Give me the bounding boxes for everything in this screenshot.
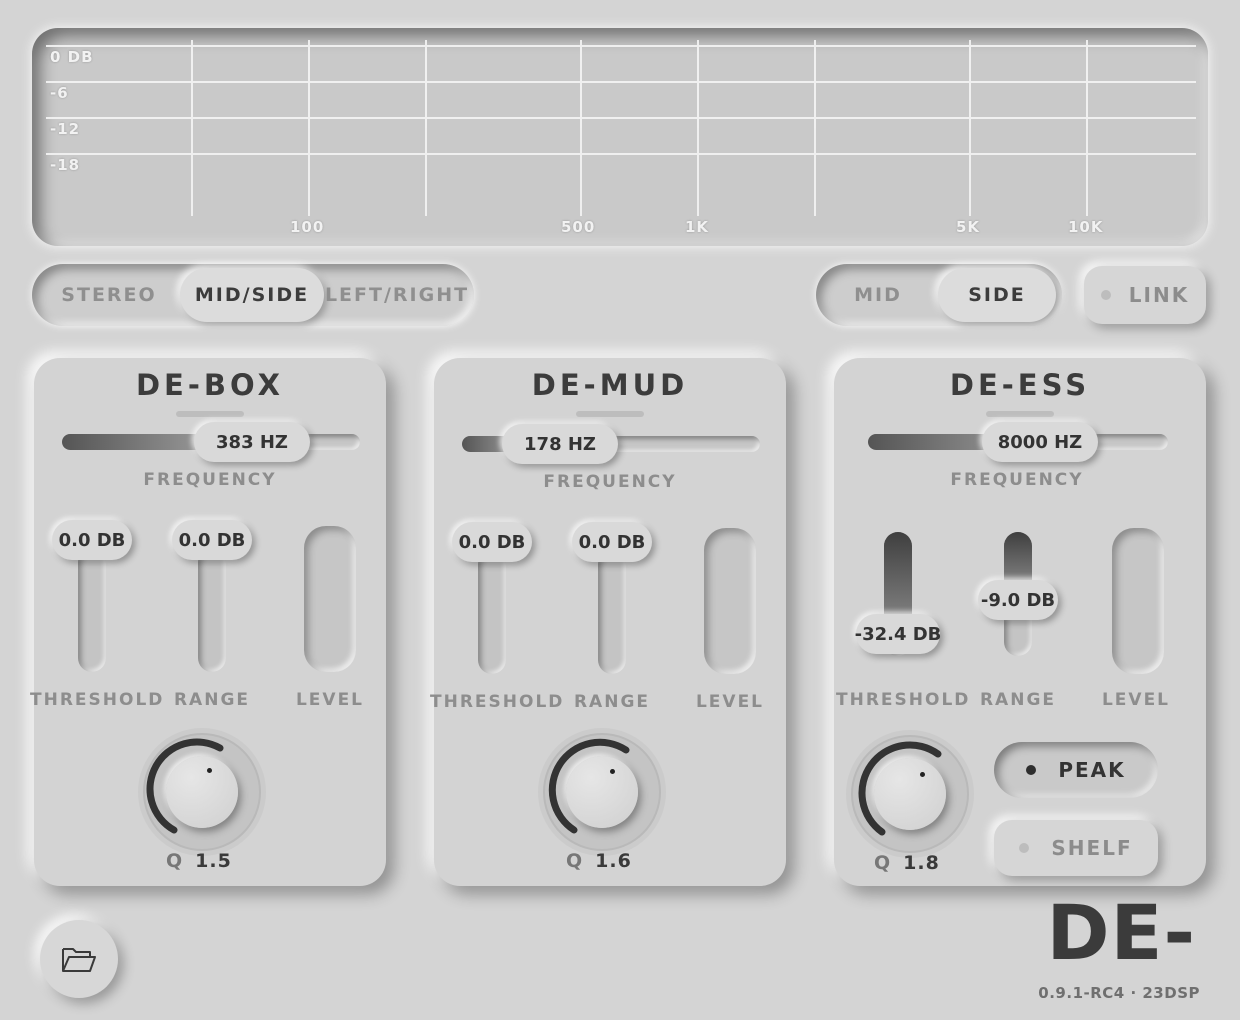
frequency-slider-thumb[interactable]: 178 HZ — [502, 424, 618, 464]
frequency-slider-thumb[interactable]: 8000 HZ — [982, 422, 1098, 462]
range-slider-track[interactable] — [198, 548, 226, 672]
range-label: RANGE — [979, 690, 1057, 710]
frequency-label: FREQUENCY — [143, 470, 277, 490]
threshold-label: THRESHOLD — [30, 690, 165, 710]
link-button[interactable]: LINK — [1084, 266, 1206, 324]
threshold-label: THRESHOLD — [836, 690, 971, 710]
frequency-slider-fill — [62, 434, 212, 450]
frequency-label: FREQUENCY — [950, 470, 1084, 490]
level-meter — [1112, 528, 1164, 674]
q-knob-cap[interactable] — [566, 756, 638, 828]
range-slider-thumb[interactable]: -9.0 DB — [978, 580, 1058, 620]
spectrum-display: 0 DB -6 -12 -18 100 500 1K 5K 10K — [32, 28, 1208, 246]
threshold-slider-thumb[interactable]: 0.0 DB — [452, 522, 532, 562]
q-knob-pointer — [920, 772, 925, 777]
q-label: Q — [566, 850, 584, 872]
title-underline — [986, 411, 1054, 417]
product-logo: DE- — [1046, 888, 1196, 977]
stereo-mode-switch: STEREO MID/SIDE LEFT/RIGHT — [32, 264, 474, 326]
q-label: Q — [874, 852, 892, 874]
module-de-mud: DE-MUD 178 HZ FREQUENCY 0.0 DB THRESHOLD… — [430, 358, 786, 886]
hz-label-100: 100 — [290, 218, 325, 236]
threshold-slider-track[interactable] — [478, 550, 506, 674]
q-knob-cap[interactable] — [166, 756, 238, 828]
channel-switch: MID SIDE — [816, 264, 1062, 326]
level-label: LEVEL — [695, 692, 765, 712]
range-slider-track[interactable] — [598, 550, 626, 674]
shelf-label: SHELF — [1051, 836, 1133, 860]
q-knob-pointer — [610, 769, 615, 774]
range-label: RANGE — [573, 692, 651, 712]
db-label-minus6: -6 — [50, 84, 69, 102]
spectrum-grid — [46, 40, 1196, 216]
frequency-label: FREQUENCY — [543, 472, 677, 492]
q-value: 1.8 — [903, 852, 940, 874]
q-knob-pointer — [207, 768, 212, 773]
link-indicator — [1100, 290, 1111, 300]
level-label: LEVEL — [295, 690, 365, 710]
db-label-minus18: -18 — [50, 156, 81, 174]
q-value-label: Q 1.5 — [166, 850, 232, 872]
q-knob[interactable] — [844, 728, 976, 860]
title-underline — [576, 411, 644, 417]
peak-label: PEAK — [1058, 758, 1126, 782]
range-label: RANGE — [173, 690, 251, 710]
channel-option-side[interactable]: SIDE — [938, 268, 1056, 322]
module-title: DE-MUD — [531, 368, 689, 402]
threshold-slider-thumb[interactable]: -32.4 DB — [855, 614, 941, 654]
mode-option-mid-side[interactable]: MID/SIDE — [180, 268, 324, 322]
level-meter — [704, 528, 756, 674]
peak-indicator — [1026, 765, 1037, 775]
q-knob[interactable] — [536, 726, 668, 858]
threshold-label: THRESHOLD — [430, 692, 565, 712]
filter-mode-peak-button[interactable]: PEAK — [994, 742, 1158, 798]
version-label: 0.9.1-RC4 · 23DSP — [1038, 984, 1200, 1002]
q-knob[interactable] — [136, 726, 268, 858]
db-label-minus12: -12 — [50, 120, 81, 138]
title-underline — [176, 411, 244, 417]
level-meter — [304, 526, 356, 672]
q-value-label: Q 1.8 — [874, 852, 940, 874]
filter-mode-shelf-button[interactable]: SHELF — [994, 820, 1158, 876]
module-de-box: DE-BOX 383 HZ FREQUENCY 0.0 DB THRESHOLD… — [30, 358, 386, 886]
module-title: DE-ESS — [949, 368, 1091, 402]
hz-label-10k: 10K — [1068, 218, 1104, 236]
frequency-slider-thumb[interactable]: 383 HZ — [194, 422, 310, 462]
q-label: Q — [166, 850, 184, 872]
channel-option-mid[interactable]: MID — [822, 268, 934, 322]
q-value-label: Q 1.6 — [566, 850, 632, 872]
db-label-0: 0 DB — [50, 48, 94, 66]
threshold-slider-thumb[interactable]: 0.0 DB — [52, 520, 132, 560]
link-label: LINK — [1128, 283, 1190, 307]
hz-label-500: 500 — [561, 218, 596, 236]
mode-option-left-right[interactable]: LEFT/RIGHT — [325, 268, 467, 322]
q-knob-cap[interactable] — [874, 758, 946, 830]
hz-label-5k: 5K — [956, 218, 981, 236]
module-title: DE-BOX — [135, 368, 284, 402]
mode-option-stereo[interactable]: STEREO — [40, 268, 178, 322]
range-slider-thumb[interactable]: 0.0 DB — [172, 520, 252, 560]
q-value: 1.5 — [195, 850, 232, 872]
shelf-indicator — [1019, 843, 1030, 853]
folder-open-icon — [62, 948, 96, 972]
open-preset-button[interactable] — [40, 920, 118, 998]
range-slider-thumb[interactable]: 0.0 DB — [572, 522, 652, 562]
q-value: 1.6 — [595, 850, 632, 872]
hz-label-1k: 1K — [685, 218, 710, 236]
level-label: LEVEL — [1101, 690, 1171, 710]
module-de-ess: DE-ESS 8000 HZ FREQUENCY -32.4 DB THRESH… — [834, 358, 1206, 886]
threshold-slider-track[interactable] — [78, 548, 106, 672]
